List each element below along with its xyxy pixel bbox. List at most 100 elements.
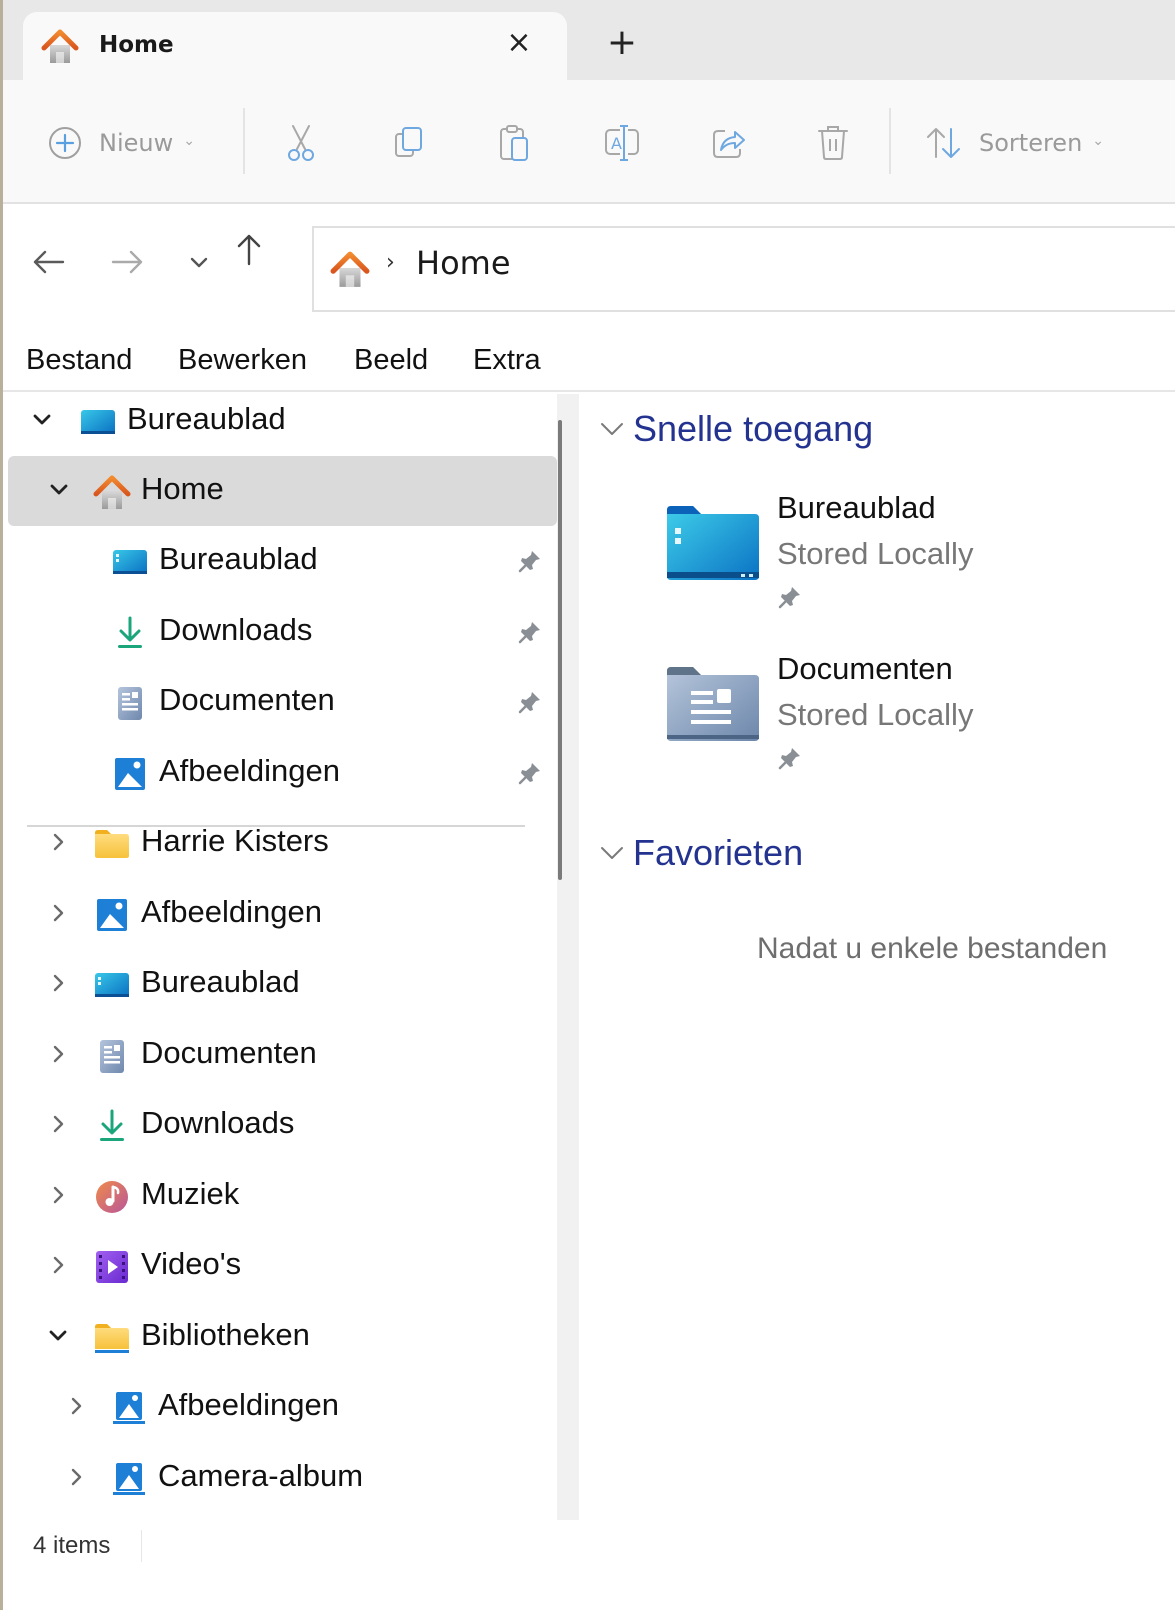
menu-view[interactable]: Beeld [354, 344, 428, 377]
rename-icon: A [605, 125, 639, 161]
desktop-folder-icon [667, 506, 759, 580]
menu-edit[interactable]: Bewerken [178, 344, 307, 377]
cut-button[interactable] [283, 120, 319, 166]
up-icon [237, 234, 261, 266]
copy-button[interactable] [391, 120, 427, 166]
chevron-right-icon[interactable] [45, 1181, 71, 1209]
chevron-down-icon: ⌄ [183, 133, 195, 149]
up-button[interactable] [229, 230, 269, 270]
group-header-quick-access[interactable]: Snelle toegang [599, 408, 873, 450]
add-circle-icon [49, 127, 81, 159]
chevron-down-icon: ⌄ [1092, 133, 1105, 149]
scrollbar-thumb[interactable] [558, 420, 562, 880]
quick-access-item-documenten[interactable]: Documenten Stored Locally [665, 651, 1145, 791]
tree-item-label: Afbeeldingen [141, 894, 322, 929]
tree-item-harrie-kisters[interactable]: Harrie Kisters [7, 808, 557, 878]
cut-icon [288, 125, 314, 161]
share-button[interactable] [709, 120, 749, 166]
tree-item-documenten-pinned[interactable]: Documenten [7, 667, 557, 737]
pictures-icon [93, 897, 131, 933]
pin-icon[interactable] [517, 619, 543, 645]
tree-item-videos[interactable]: Video's [7, 1231, 557, 1301]
tree-item-afbeeldingen-pinned[interactable]: Afbeeldingen [7, 738, 557, 808]
rename-button[interactable]: A [603, 120, 643, 166]
chevron-right-icon[interactable] [45, 828, 71, 856]
tree-item-bureaublad-root[interactable]: Bureaublad [7, 394, 557, 456]
recent-locations-button[interactable] [179, 242, 219, 282]
pin-icon[interactable] [517, 689, 543, 715]
paste-icon [500, 125, 528, 161]
tree-item-muziek[interactable]: Muziek [7, 1161, 557, 1231]
home-icon [41, 28, 79, 64]
chevron-right-icon[interactable] [45, 969, 71, 997]
home-icon [330, 250, 370, 288]
back-button[interactable] [29, 242, 69, 282]
paste-button[interactable] [497, 120, 533, 166]
chevron-down-icon [601, 847, 623, 859]
chevron-right-icon[interactable] [63, 1463, 89, 1491]
pin-icon[interactable] [517, 548, 543, 574]
tree-item-bibliotheken[interactable]: Bibliotheken [7, 1302, 557, 1372]
breadcrumb-current[interactable]: Home [416, 244, 511, 282]
tree-item-label: Documenten [159, 682, 335, 717]
chevron-right-icon[interactable] [45, 1040, 71, 1068]
document-icon [111, 685, 149, 721]
tree-item-label: Bibliotheken [141, 1317, 310, 1352]
sort-button-label: Sorteren [979, 129, 1083, 157]
tree-item-documenten[interactable]: Documenten [7, 1020, 557, 1090]
pin-icon [777, 584, 803, 610]
tree-item-label: Bureaublad [159, 541, 318, 576]
menu-tools[interactable]: Extra [473, 344, 541, 377]
back-icon [33, 250, 65, 274]
group-header-favorites[interactable]: Favorieten [599, 832, 803, 874]
chevron-right-icon[interactable] [63, 1392, 89, 1420]
pin-icon[interactable] [517, 760, 543, 786]
tab-strip: Home × + [3, 0, 1175, 82]
sort-button[interactable]: Sorteren ⌄ [925, 120, 1104, 166]
folder-icon [93, 826, 131, 862]
quick-access-status: Stored Locally [777, 697, 974, 732]
close-tab-button[interactable]: × [503, 28, 535, 60]
tree-item-camera-album[interactable]: Camera-album [7, 1443, 557, 1513]
forward-icon [111, 250, 143, 274]
svg-text:A: A [611, 134, 622, 153]
tree-item-home[interactable]: Home [8, 456, 557, 526]
breadcrumb-separator: › [386, 250, 395, 275]
menu-file[interactable]: Bestand [26, 344, 132, 377]
forward-button[interactable] [107, 242, 147, 282]
quick-access-item-bureaublad[interactable]: Bureaublad Stored Locally [665, 490, 1145, 630]
library-folder-icon [93, 1320, 131, 1356]
chevron-right-icon[interactable] [45, 1251, 71, 1279]
favorites-empty-message: Nadat u enkele bestanden [757, 932, 1108, 965]
new-button[interactable]: Nieuw ⌄ [47, 120, 195, 166]
address-row: › Home [3, 204, 1175, 324]
content-pane: Snelle toegang Bureaublad Stored Locally… [579, 394, 1175, 1520]
pictures-icon [111, 756, 149, 792]
sort-icon [927, 128, 960, 158]
tree-item-label: Afbeeldingen [158, 1387, 339, 1422]
tab-home[interactable]: Home × [23, 12, 567, 82]
new-tab-button[interactable]: + [605, 25, 639, 62]
toolbar-separator [243, 108, 245, 174]
tree-item-afbeeldingen[interactable]: Afbeeldingen [7, 879, 557, 949]
status-separator [141, 1530, 142, 1562]
desktop-icon [93, 967, 131, 1003]
tree-item-label: Bureaublad [127, 401, 286, 436]
document-icon [93, 1038, 131, 1074]
chevron-down-icon[interactable] [45, 1322, 71, 1350]
desktop-icon [79, 404, 117, 440]
copy-icon [395, 127, 422, 157]
chevron-down-icon [601, 423, 623, 435]
address-bar[interactable]: › Home [312, 226, 1175, 312]
tree-item-bureaublad-pinned[interactable]: Bureaublad [7, 526, 557, 596]
tree-item-downloads[interactable]: Downloads [7, 1090, 557, 1160]
chevron-right-icon[interactable] [45, 1110, 71, 1138]
status-bar: 4 items [3, 1522, 1175, 1610]
delete-button[interactable] [815, 120, 851, 166]
tree-item-label: Downloads [159, 612, 313, 647]
tree-item-downloads-pinned[interactable]: Downloads [7, 597, 557, 667]
tree-item-library-afbeeldingen[interactable]: Afbeeldingen [7, 1372, 557, 1442]
tree-item-bureaublad[interactable]: Bureaublad [7, 949, 557, 1019]
chevron-right-icon[interactable] [45, 899, 71, 927]
chevron-down-icon [46, 476, 72, 504]
